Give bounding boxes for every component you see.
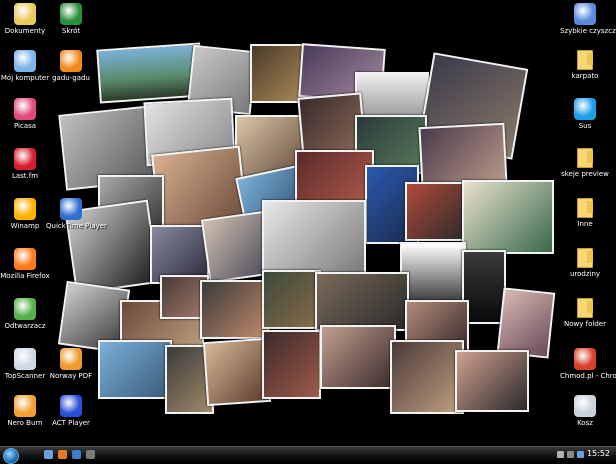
- desktop-icon-label: ACT Player: [52, 419, 90, 427]
- desktop-icon[interactable]: Nero Burn: [0, 395, 50, 427]
- desktop-icon-label: Mój komputer: [0, 74, 50, 82]
- desktop-icon-label: Nero Burn: [7, 419, 43, 427]
- desktop-icon[interactable]: urodziny: [560, 248, 610, 278]
- desktop-icon-label: Last.fm: [11, 172, 39, 180]
- desktop-icon[interactable]: Inne: [560, 198, 610, 228]
- taskbar-pinned-icon[interactable]: [72, 450, 81, 459]
- desktop-icon[interactable]: Odtwarzacz: [0, 298, 50, 330]
- tray-icon[interactable]: [557, 451, 564, 458]
- folder-icon: [577, 50, 593, 70]
- desktop-icon-label: Dokumenty: [4, 27, 46, 35]
- recycle-bin-icon: [574, 395, 596, 417]
- desktop-icon[interactable]: Mozilla Firefox: [0, 248, 50, 280]
- wallpaper-photo: [262, 330, 321, 399]
- desktop-icon[interactable]: Mój komputer: [0, 50, 50, 82]
- taskbar-pinned-icon[interactable]: [58, 450, 67, 459]
- wallpaper-photo: [455, 350, 529, 412]
- shortcut-right-icon: [574, 3, 596, 25]
- lastfm-icon: [14, 148, 36, 170]
- desktop-icon-label: QuickTime Player: [46, 222, 107, 230]
- desktop-icon[interactable]: Skrót: [46, 3, 96, 35]
- wallpaper-photo: [315, 272, 409, 331]
- taskbar-pinned-icon[interactable]: [44, 450, 53, 459]
- desktop-icon-label: Kosz: [577, 419, 593, 427]
- desktop-icon[interactable]: Norway PDF: [46, 348, 96, 380]
- pdf-icon: [60, 348, 82, 370]
- desktop-icon-label: urodziny: [569, 270, 601, 278]
- desktop-icon[interactable]: Sus: [560, 98, 610, 130]
- gadu-gadu-icon: [60, 50, 82, 72]
- desktop-icon[interactable]: skeje preview: [560, 148, 610, 178]
- app-icon: [574, 348, 596, 370]
- winamp-icon: [14, 198, 36, 220]
- folder-icon: [577, 298, 593, 318]
- desktop-icon[interactable]: ACT Player: [46, 395, 96, 427]
- desktop-icon-label: TopScanner: [4, 372, 46, 380]
- taskbar-pinned-icon[interactable]: [86, 450, 95, 459]
- desktop-icon-label: Odtwarzacz: [4, 322, 46, 330]
- taskbar: 15:52: [0, 446, 616, 464]
- desktop[interactable]: Dokumenty Mój komputer Picasa Last.fm Winamp…: [0, 0, 616, 446]
- desktop-icon-label: Mozilla Firefox: [0, 272, 50, 280]
- wallpaper-photo: [262, 270, 321, 329]
- clock[interactable]: 15:52: [587, 449, 610, 458]
- wallpaper-photo: [390, 340, 464, 414]
- wallpaper-photo: [202, 337, 272, 407]
- desktop-icon-label: Nowy folder: [564, 320, 606, 328]
- wallpaper-photo: [405, 182, 469, 241]
- desktop-icon-label: Winamp: [10, 222, 40, 230]
- picasa-icon: [14, 98, 36, 120]
- arial-icon: [60, 395, 82, 417]
- desktop-icon[interactable]: QuickTime Player: [46, 198, 107, 230]
- desktop-icon[interactable]: Last.fm: [0, 148, 50, 180]
- start-button[interactable]: [3, 448, 19, 464]
- desktop-icon[interactable]: Kosz: [560, 395, 610, 427]
- desktop-icon-label: Picasa: [13, 122, 37, 130]
- wallpaper-photo: [496, 287, 556, 359]
- desktop-icon[interactable]: Picasa: [0, 98, 50, 130]
- folder-icon: [577, 198, 593, 218]
- skype-icon: [574, 98, 596, 120]
- firefox-burn-icon: [14, 395, 36, 417]
- player-icon: [14, 298, 36, 320]
- folder-icon: [577, 148, 593, 168]
- desktop-icon-label: Szybkie czyszczenie: [560, 27, 616, 35]
- desktop-icon-label: Chmod.pl - Chrome.htm: [560, 372, 616, 380]
- desktop-icon-label: Skrót: [61, 27, 81, 35]
- quicktime-icon: [60, 198, 82, 220]
- desktop-icon[interactable]: karpato: [560, 50, 610, 80]
- desktop-icon[interactable]: TopScanner: [0, 348, 50, 380]
- desktop-icon[interactable]: Chmod.pl - Chrome.htm: [560, 348, 616, 380]
- wallpaper-photo: [98, 340, 172, 399]
- desktop-icon-label: Inne: [577, 220, 593, 228]
- wallpaper-photo: [400, 242, 466, 306]
- desktop-icon[interactable]: gadu-gadu: [46, 50, 96, 82]
- windows-icon: [14, 50, 36, 72]
- desktop-icon-label: gadu-gadu: [52, 74, 90, 82]
- folder-icon: [577, 248, 593, 268]
- documents-icon: [14, 3, 36, 25]
- volume-icon[interactable]: [567, 451, 574, 458]
- desktop-icon-label: karpato: [571, 72, 599, 80]
- desktop-icon[interactable]: Szybkie czyszczenie: [560, 3, 616, 35]
- wallpaper-photo: [462, 180, 554, 254]
- shortcut-icon: [60, 3, 82, 25]
- magnifier-icon: [14, 348, 36, 370]
- wallpaper-photo: [200, 280, 269, 339]
- desktop-icon[interactable]: Winamp: [0, 198, 50, 230]
- network-icon[interactable]: [577, 451, 584, 458]
- wallpaper-photo: [320, 325, 396, 389]
- desktop-icon[interactable]: Nowy folder: [560, 298, 610, 328]
- desktop-icon-label: Norway PDF: [49, 372, 93, 380]
- wallpaper-photo: [262, 200, 366, 276]
- desktop-icon-label: skeje preview: [561, 170, 609, 178]
- desktop-icon-label: Sus: [578, 122, 592, 130]
- desktop-icon[interactable]: Dokumenty: [0, 3, 50, 35]
- firefox-icon: [14, 248, 36, 270]
